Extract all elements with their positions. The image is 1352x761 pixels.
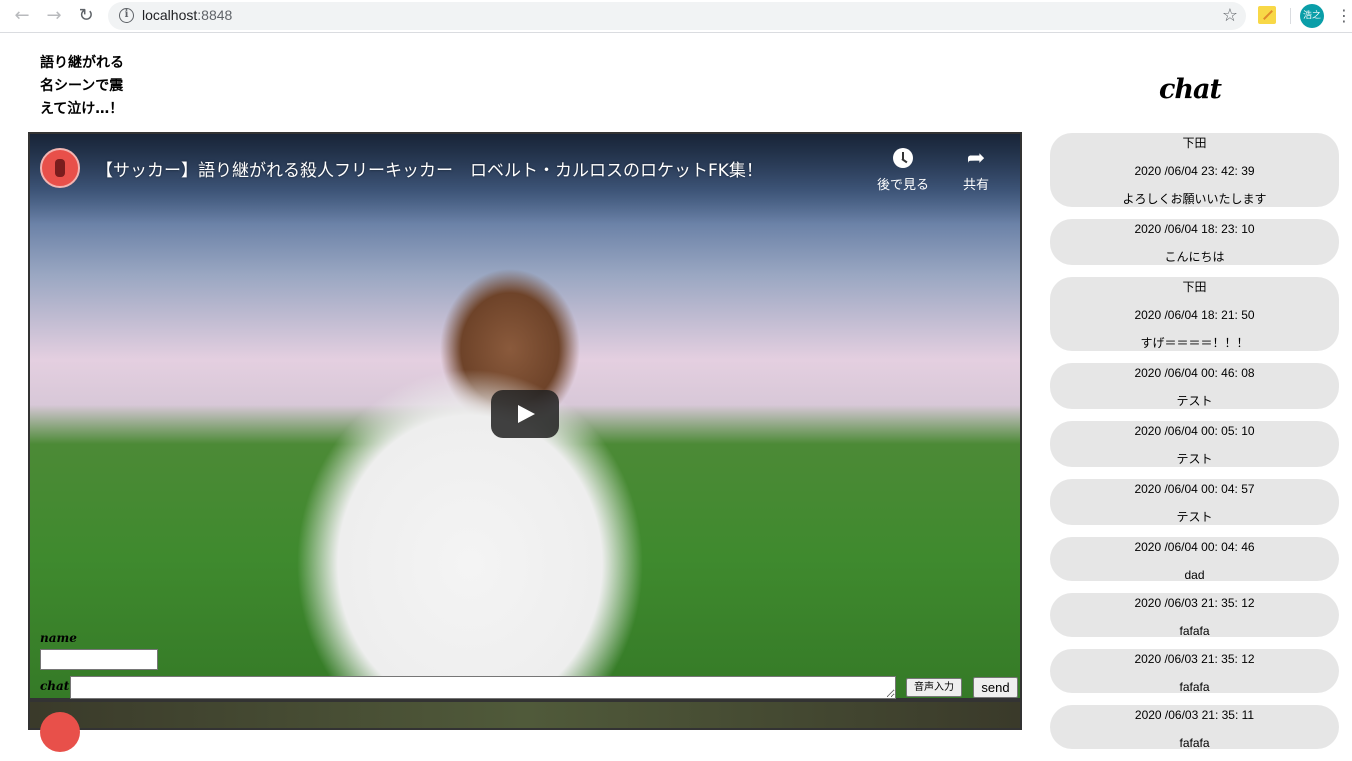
chat-message: 2020 /06/03 21: 35: 12 fafafa bbox=[1050, 649, 1339, 694]
share-button[interactable]: ➦ 共有 bbox=[956, 146, 996, 194]
chat-message: 下田 2020 /06/04 18: 21: 50 すげ＝＝＝＝！！！ bbox=[1050, 277, 1339, 351]
share-arrow-icon: ➦ bbox=[966, 146, 986, 171]
chat-message-line: 2020 /06/04 00: 04: 57 bbox=[1134, 482, 1255, 496]
chat-message-line: テスト bbox=[1176, 452, 1213, 466]
share-label: 共有 bbox=[962, 178, 989, 193]
chat-message-line: 2020 /06/04 00: 05: 10 bbox=[1134, 424, 1255, 438]
profile-avatar[interactable]: 浩之 bbox=[1300, 4, 1324, 28]
watch-later-label: 後で見る bbox=[876, 178, 929, 193]
url-host: localhost bbox=[142, 7, 198, 23]
chat-label: chat bbox=[40, 679, 70, 693]
bookmark-star-icon[interactable]: ☆ bbox=[1222, 5, 1238, 26]
kebab-menu-icon[interactable]: ⋮ bbox=[1336, 4, 1352, 28]
play-button-icon[interactable] bbox=[491, 390, 559, 438]
chat-message-line: 2020 /06/03 21: 35: 12 bbox=[1134, 596, 1255, 610]
video-player-2[interactable] bbox=[28, 700, 1022, 752]
chat-message: 2020 /06/04 00: 04: 46 dad bbox=[1050, 537, 1339, 582]
voice-input-button[interactable]: 音声入力 bbox=[906, 678, 962, 697]
page-heading: 語り継がれる 名シーンで震 えて泣け…！ bbox=[40, 55, 124, 117]
chat-message: 2020 /06/03 21: 35: 12 fafafa bbox=[1050, 593, 1339, 638]
channel-avatar-2[interactable] bbox=[40, 712, 80, 752]
chat-message-line: 2020 /06/04 18: 21: 50 bbox=[1134, 308, 1255, 322]
chat-message-line: テスト bbox=[1176, 394, 1213, 408]
reload-icon[interactable]: ↻ bbox=[74, 4, 98, 28]
chat-textarea[interactable] bbox=[70, 676, 896, 699]
video-title[interactable]: 【サッカー】語り継がれる殺人フリーキッカー ロベルト・カルロスのロケットFK集！ bbox=[96, 156, 763, 181]
chat-message: 2020 /06/04 18: 23: 10 こんにちは bbox=[1050, 219, 1339, 265]
chat-message: 下田 2020 /06/04 23: 42: 39 よろしくお願いいたします bbox=[1050, 133, 1339, 207]
chat-message-line: fafafa bbox=[1179, 680, 1210, 694]
name-label: name bbox=[40, 631, 77, 645]
send-button[interactable]: send bbox=[973, 677, 1018, 698]
channel-avatar[interactable] bbox=[40, 148, 80, 188]
chat-message: 2020 /06/04 00: 05: 10 テスト bbox=[1050, 421, 1339, 467]
chat-message-line: 2020 /06/04 00: 46: 08 bbox=[1134, 366, 1255, 380]
chat-message-line: 2020 /06/04 18: 23: 10 bbox=[1134, 222, 1255, 236]
chat-message-line: fafafa bbox=[1179, 624, 1210, 638]
chat-message-line: こんにちは bbox=[1164, 250, 1225, 264]
chat-title: chat bbox=[1158, 74, 1222, 105]
chat-message-line: すげ＝＝＝＝！！！ bbox=[1140, 336, 1249, 350]
extension-icon[interactable] bbox=[1258, 6, 1276, 24]
chat-message: 2020 /06/03 21: 35: 11 fafafa bbox=[1050, 705, 1339, 750]
url-port: :8848 bbox=[197, 7, 233, 23]
toolbar-separator bbox=[1290, 8, 1291, 24]
forward-arrow-icon[interactable]: → bbox=[42, 4, 66, 28]
name-input[interactable] bbox=[40, 649, 158, 670]
info-icon[interactable]: i bbox=[119, 8, 134, 23]
watch-later-button[interactable]: 後で見る bbox=[874, 148, 932, 193]
clock-icon bbox=[893, 148, 913, 168]
chat-message-line: 2020 /06/03 21: 35: 12 bbox=[1134, 652, 1255, 666]
video-player[interactable]: 【サッカー】語り継がれる殺人フリーキッカー ロベルト・カルロスのロケットFK集！… bbox=[28, 132, 1022, 700]
chat-message: 2020 /06/04 00: 46: 08 テスト bbox=[1050, 363, 1339, 409]
url-text[interactable]: localhost:8848 bbox=[142, 7, 232, 23]
chat-message-line: 2020 /06/03 21: 35: 11 bbox=[1134, 708, 1255, 722]
chat-message: 2020 /06/04 00: 04: 57 テスト bbox=[1050, 479, 1339, 525]
chat-message-line: 下田 bbox=[1182, 136, 1207, 150]
chat-message-line: dad bbox=[1184, 568, 1205, 582]
chat-message-line: テスト bbox=[1176, 510, 1213, 524]
browser-toolbar: ← → ↻ i localhost:8848 ☆ 浩之 ⋮ bbox=[0, 0, 1352, 33]
chat-message-line: よろしくお願いいたします bbox=[1122, 192, 1267, 206]
chat-message-line: 下田 bbox=[1182, 280, 1207, 294]
chat-message-line: 2020 /06/04 23: 42: 39 bbox=[1134, 164, 1255, 178]
chat-message-line: fafafa bbox=[1179, 736, 1210, 750]
address-bar[interactable]: i localhost:8848 ☆ bbox=[108, 2, 1246, 30]
back-arrow-icon[interactable]: ← bbox=[10, 4, 34, 28]
chat-message-line: 2020 /06/04 00: 04: 46 bbox=[1134, 540, 1255, 554]
